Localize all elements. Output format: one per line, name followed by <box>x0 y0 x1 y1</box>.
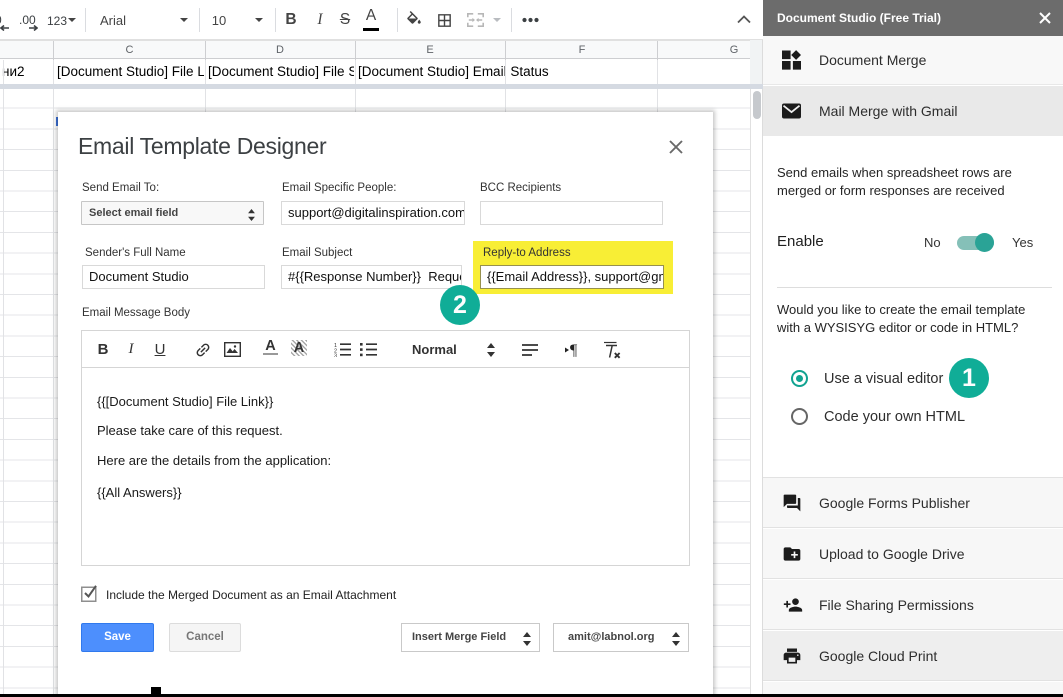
svg-text:3: 3 <box>334 354 337 358</box>
svg-text:¶: ¶ <box>570 342 578 357</box>
